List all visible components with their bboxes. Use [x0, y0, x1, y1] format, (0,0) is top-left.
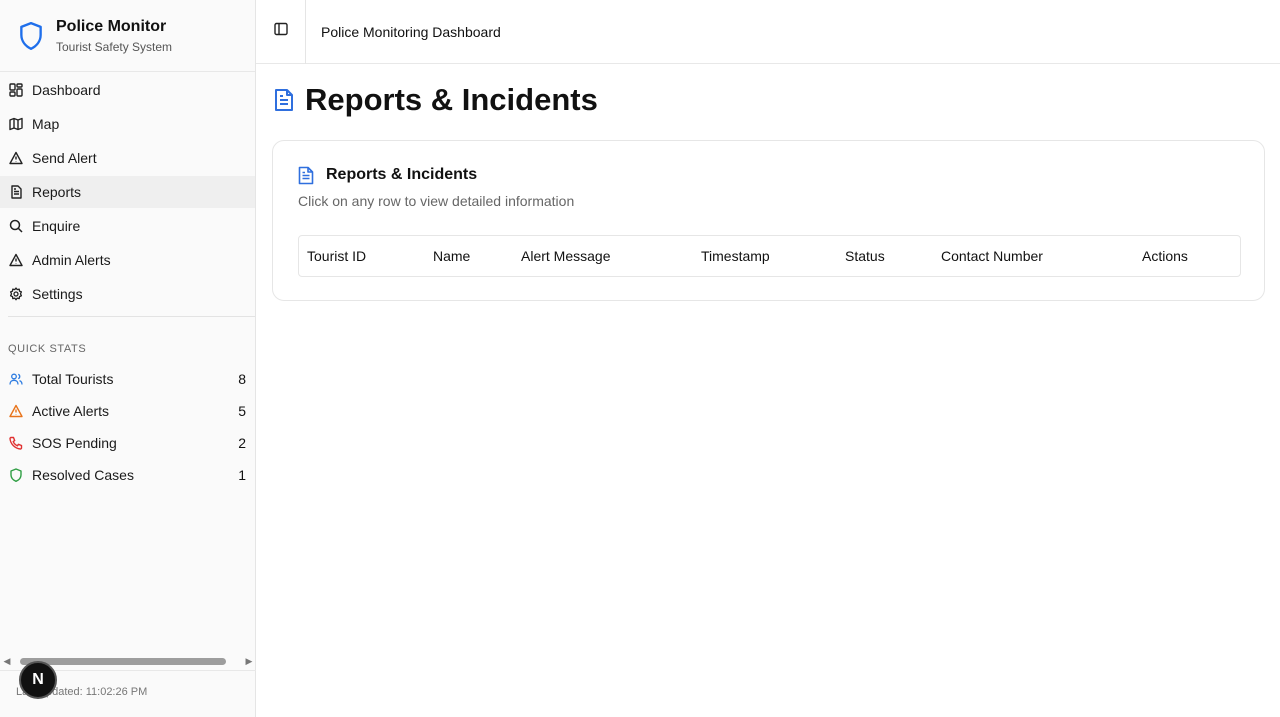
main-content: Reports & Incidents Reports & Incidents …	[256, 64, 1280, 717]
phone-icon	[9, 436, 23, 450]
avatar[interactable]: N	[19, 661, 57, 699]
brand-title: Police Monitor	[56, 17, 167, 35]
stat-total-tourists: Total Tourists 8	[0, 363, 255, 395]
sidebar-item-send-alert[interactable]: Send Alert	[0, 142, 255, 174]
file-text-icon	[298, 165, 316, 185]
grid-icon	[9, 83, 23, 97]
sidebar-item-label: Admin Alerts	[32, 252, 111, 268]
sidebar-item-reports[interactable]: Reports	[0, 176, 255, 208]
card-title: Reports & Incidents	[326, 166, 478, 183]
sidebar-item-enquire[interactable]: Enquire	[0, 210, 255, 242]
reports-card: Reports & Incidents Click on any row to …	[272, 140, 1265, 301]
sidebar-item-label: Reports	[32, 184, 82, 200]
column-header-actions[interactable]: Actions	[1142, 248, 1188, 264]
alert-triangle-icon	[9, 404, 23, 418]
stat-label: SOS Pending	[32, 435, 117, 451]
column-header-tourist-id[interactable]: Tourist ID	[307, 248, 366, 264]
sidebar-item-map[interactable]: Map	[0, 108, 255, 140]
sidebar-item-label: Enquire	[32, 218, 81, 234]
sidebar-item-label: Settings	[32, 286, 83, 302]
column-header-name[interactable]: Name	[433, 248, 470, 264]
file-text-icon	[274, 87, 296, 113]
column-header-status[interactable]: Status	[845, 248, 885, 264]
column-header-contact-number[interactable]: Contact Number	[941, 248, 1043, 264]
sidebar: Police Monitor Tourist Safety System Das…	[0, 0, 256, 717]
page-title: Reports & Incidents	[305, 82, 598, 117]
scrollbar-thumb[interactable]	[20, 658, 226, 665]
stat-value: 8	[238, 371, 246, 387]
stat-value: 1	[238, 467, 246, 483]
alert-triangle-icon	[9, 151, 23, 165]
gear-icon	[9, 287, 23, 301]
sidebar-item-label: Send Alert	[32, 150, 97, 166]
sidebar-item-label: Map	[32, 116, 60, 132]
column-header-timestamp[interactable]: Timestamp	[701, 248, 770, 264]
stat-active-alerts: Active Alerts 5	[0, 395, 255, 427]
sidebar-toggle-button[interactable]	[256, 0, 306, 64]
stat-label: Resolved Cases	[32, 467, 134, 483]
stat-value: 5	[238, 403, 246, 419]
column-header-alert-message[interactable]: Alert Message	[521, 248, 610, 264]
brand: Police Monitor Tourist Safety System	[0, 0, 255, 72]
search-icon	[9, 219, 23, 233]
sidebar-item-settings[interactable]: Settings	[0, 278, 255, 310]
sidebar-item-dashboard[interactable]: Dashboard	[0, 74, 255, 106]
stat-sos-pending: SOS Pending 2	[0, 427, 255, 459]
page-header: Reports & Incidents	[274, 82, 598, 118]
stat-value: 2	[238, 435, 246, 451]
alert-triangle-icon	[9, 253, 23, 267]
sidebar-nav: Dashboard Map Send Alert Reports Enquire…	[0, 74, 255, 310]
quick-stats-label: QUICK STATS	[8, 343, 87, 355]
sidebar-divider	[8, 316, 255, 317]
stat-label: Active Alerts	[32, 403, 110, 419]
shield-icon	[9, 468, 23, 482]
file-text-icon	[9, 185, 23, 199]
map-icon	[9, 117, 23, 131]
card-header: Reports & Incidents	[298, 165, 477, 185]
sidebar-item-label: Dashboard	[32, 82, 101, 98]
card-description: Click on any row to view detailed inform…	[298, 193, 575, 209]
scroll-left-arrow-icon[interactable]: ◀	[2, 656, 12, 666]
reports-table-header: Tourist ID Name Alert Message Timestamp …	[298, 235, 1241, 277]
stat-resolved-cases: Resolved Cases 1	[0, 459, 255, 491]
sidebar-item-admin-alerts[interactable]: Admin Alerts	[0, 244, 255, 276]
sidebar-toggle-icon	[273, 22, 288, 41]
stat-label: Total Tourists	[32, 371, 114, 387]
topbar: Police Monitoring Dashboard	[256, 0, 1280, 64]
brand-subtitle: Tourist Safety System	[56, 39, 173, 54]
scroll-right-arrow-icon[interactable]: ▶	[244, 656, 254, 666]
users-icon	[9, 372, 23, 386]
quick-stats: Total Tourists 8 Active Alerts 5 SOS Pen…	[0, 363, 255, 491]
topbar-title: Police Monitoring Dashboard	[321, 23, 501, 40]
shield-icon	[18, 20, 46, 52]
